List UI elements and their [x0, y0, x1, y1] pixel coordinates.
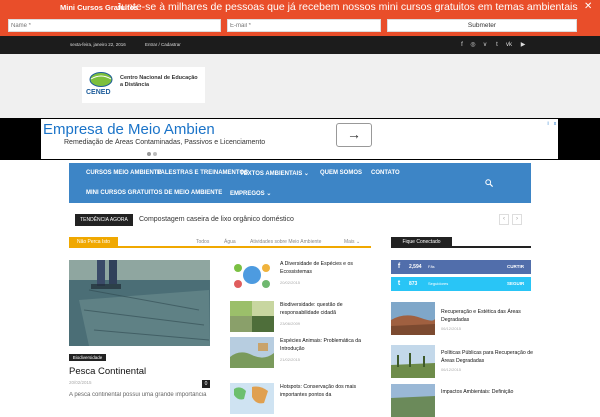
facebook-count: 2,594: [409, 264, 422, 270]
article-thumbnail[interactable]: [391, 384, 435, 417]
submit-button[interactable]: Submeter: [387, 19, 577, 32]
arrow-right-icon[interactable]: →: [336, 123, 372, 147]
article-thumbnail[interactable]: [230, 337, 274, 368]
ad-subtitle: Remediação de Áreas Contaminadas, Passiv…: [64, 139, 266, 146]
carousel-dot[interactable]: [147, 152, 151, 156]
main-nav: CURSOS MEIO AMBIENTE PALESTRAS E TREINAM…: [69, 163, 531, 203]
vk-icon[interactable]: vk: [505, 41, 513, 49]
optin-message: Junte-se à milhares de pessoas que já re…: [116, 1, 578, 13]
article-date: 06/12/2015: [441, 367, 462, 372]
ad-title: Empresa de Meio Ambien: [43, 121, 215, 138]
article-link[interactable]: Políticas Públicas para Recuperação de Á…: [441, 350, 533, 365]
article-link[interactable]: Hotspots: Conservação dos mais important…: [280, 384, 375, 399]
article-link[interactable]: Recuperação e Estética das Áreas Degrada…: [441, 309, 533, 324]
twitter-count: 873: [409, 281, 418, 287]
nav-item-contato[interactable]: CONTATO: [371, 170, 400, 176]
site-logo[interactable]: CENED Centro Nacional de Educação a Dist…: [82, 67, 205, 103]
follow-button[interactable]: SEGUIR: [507, 281, 524, 286]
filter-todos[interactable]: Todos: [196, 239, 209, 245]
article-date: 23/06/2009: [280, 321, 301, 326]
close-icon[interactable]: ✕: [584, 2, 592, 12]
article-excerpt: A pesca continental possui uma grande im…: [69, 392, 207, 398]
article-image[interactable]: [69, 260, 210, 346]
sidebar-underline: [391, 246, 531, 248]
facebook-row[interactable]: f 2,594 Fãs CURTIR: [391, 260, 531, 274]
logo-short: CENED: [86, 89, 111, 96]
optin-bar: Mini Cursos Gratuitos Junte-se à milhare…: [0, 0, 600, 36]
instagram-icon[interactable]: ◎: [469, 41, 477, 49]
article-date: 20/02/2015: [280, 280, 301, 285]
filter-mais[interactable]: Mais ⌄: [344, 239, 360, 245]
nav-item-mini-cursos[interactable]: MINI CURSOS GRATUITOS DE MEIO AMBIENTE: [86, 190, 222, 196]
article-link[interactable]: A Diversidade de Espécies e os Ecossiste…: [280, 261, 375, 276]
comment-count[interactable]: 0: [202, 380, 210, 388]
name-field[interactable]: [8, 19, 221, 32]
twitter-icon[interactable]: t: [493, 41, 501, 49]
next-arrow-icon[interactable]: ›: [512, 214, 522, 225]
trending-headline[interactable]: Compostagem caseira de lixo orgânico dom…: [139, 214, 294, 226]
search-icon[interactable]: [485, 179, 493, 187]
chevron-down-icon: ⌄: [303, 171, 309, 177]
chevron-down-icon: ⌄: [355, 239, 361, 245]
article-thumbnail[interactable]: [230, 301, 274, 332]
nav-item-cursos[interactable]: CURSOS MEIO AMBIENTE: [86, 170, 161, 176]
twitter-row[interactable]: t 873 Seguidores SEGUIR: [391, 277, 531, 291]
site-header: CENED Centro Nacional de Educação a Dist…: [0, 54, 600, 118]
article-link[interactable]: Biodiversidade: questão de responsabilid…: [280, 302, 375, 317]
article-date: 20/02/2015: [69, 380, 92, 385]
globe-logo-icon: [89, 72, 113, 87]
article-title[interactable]: Pesca Continental: [69, 366, 146, 377]
nav-item-palestras[interactable]: PALESTRAS E TREINAMENTOS: [157, 170, 248, 176]
utility-bar: sexta-feira, janeiro 22, 2016 Entrar / C…: [0, 36, 600, 54]
article-date: 06/12/2015: [441, 326, 462, 331]
twitter-icon: t: [397, 280, 401, 287]
article-thumbnail[interactable]: [391, 345, 435, 378]
article-link[interactable]: Espécies Animais: Problemática da Introd…: [280, 338, 375, 353]
ad-info-icon[interactable]: i: [545, 121, 551, 127]
facebook-icon[interactable]: f: [458, 41, 466, 49]
prev-arrow-icon[interactable]: ‹: [499, 214, 509, 225]
facebook-icon: f: [397, 263, 401, 270]
login-link[interactable]: Entrar / Cadastrar: [145, 42, 181, 47]
logo-text: Centro Nacional de Educação a Distância: [120, 75, 198, 88]
article-link[interactable]: Impactos Ambientais: Definição: [441, 389, 533, 397]
current-date: sexta-feira, janeiro 22, 2016: [70, 42, 126, 47]
ad-banner[interactable]: Empresa de Meio Ambien Remediação de Áre…: [41, 119, 558, 159]
filter-agua[interactable]: Água: [224, 239, 236, 245]
filter-atividades[interactable]: Atividades sobre Meio Ambiente: [250, 239, 321, 245]
article-thumbnail[interactable]: [230, 383, 274, 414]
trending-label: TENDÊNCIA AGORA: [75, 214, 133, 226]
facebook-label: Fãs: [428, 264, 435, 269]
ad-close-icon[interactable]: x: [552, 121, 558, 127]
youtube-icon[interactable]: ▶: [519, 41, 527, 49]
nav-item-empregos[interactable]: EMPREGOS ⌄: [230, 190, 271, 197]
like-button[interactable]: CURTIR: [507, 264, 524, 269]
article-thumbnail[interactable]: [230, 260, 274, 291]
article-thumbnail[interactable]: [391, 302, 435, 335]
carousel-dot[interactable]: [153, 152, 157, 156]
chevron-down-icon: ⌄: [266, 191, 272, 197]
vimeo-icon[interactable]: v: [481, 41, 489, 49]
article-date: 21/02/2015: [280, 357, 301, 362]
block-title: Não Perca Isto: [69, 237, 118, 248]
email-field[interactable]: [227, 19, 381, 32]
nav-item-textos[interactable]: TEXTOS AMBIENTAIS ⌄: [240, 170, 309, 177]
twitter-label: Seguidores: [428, 281, 449, 286]
nav-item-quem-somos[interactable]: QUEM SOMOS: [320, 170, 362, 176]
category-badge[interactable]: Biodiversidade: [69, 354, 106, 361]
